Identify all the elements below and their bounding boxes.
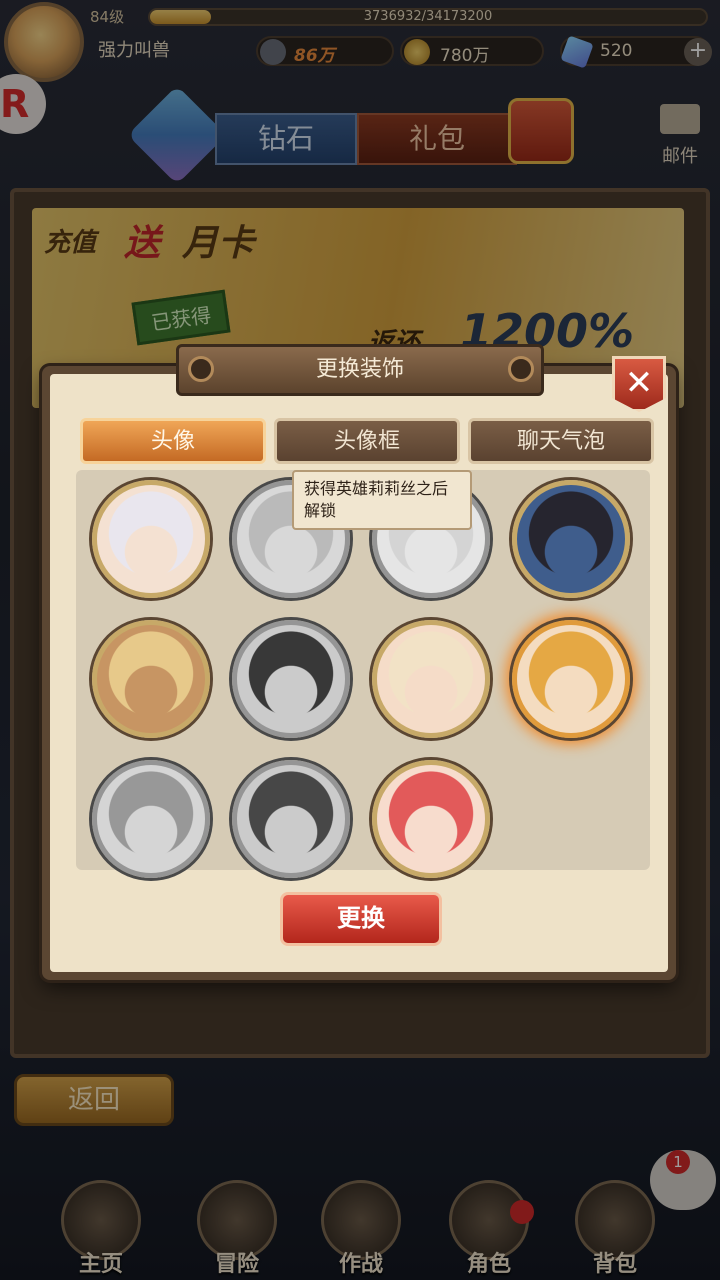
unlock-tooltip: 获得英雄莉莉丝之后解锁 (292, 470, 472, 530)
avatar-option[interactable] (512, 620, 630, 738)
avatar-option[interactable] (512, 480, 630, 598)
avatar-option[interactable] (232, 760, 350, 878)
avatar-option[interactable] (372, 760, 490, 878)
title-knob-icon (188, 356, 214, 382)
tab-avatar[interactable]: 头像 (80, 418, 266, 464)
avatar-option[interactable] (232, 620, 350, 738)
avatar-option[interactable] (92, 760, 210, 878)
avatar-option[interactable] (92, 480, 210, 598)
avatar-option[interactable] (92, 620, 210, 738)
title-knob-icon (508, 356, 534, 382)
tab-chat-bubble[interactable]: 聊天气泡 (468, 418, 654, 464)
tab-avatar-frame[interactable]: 头像框 (274, 418, 460, 464)
modal-title: 更换装饰 (176, 344, 544, 396)
change-button[interactable]: 更换 (280, 892, 442, 946)
avatar-option[interactable] (372, 620, 490, 738)
